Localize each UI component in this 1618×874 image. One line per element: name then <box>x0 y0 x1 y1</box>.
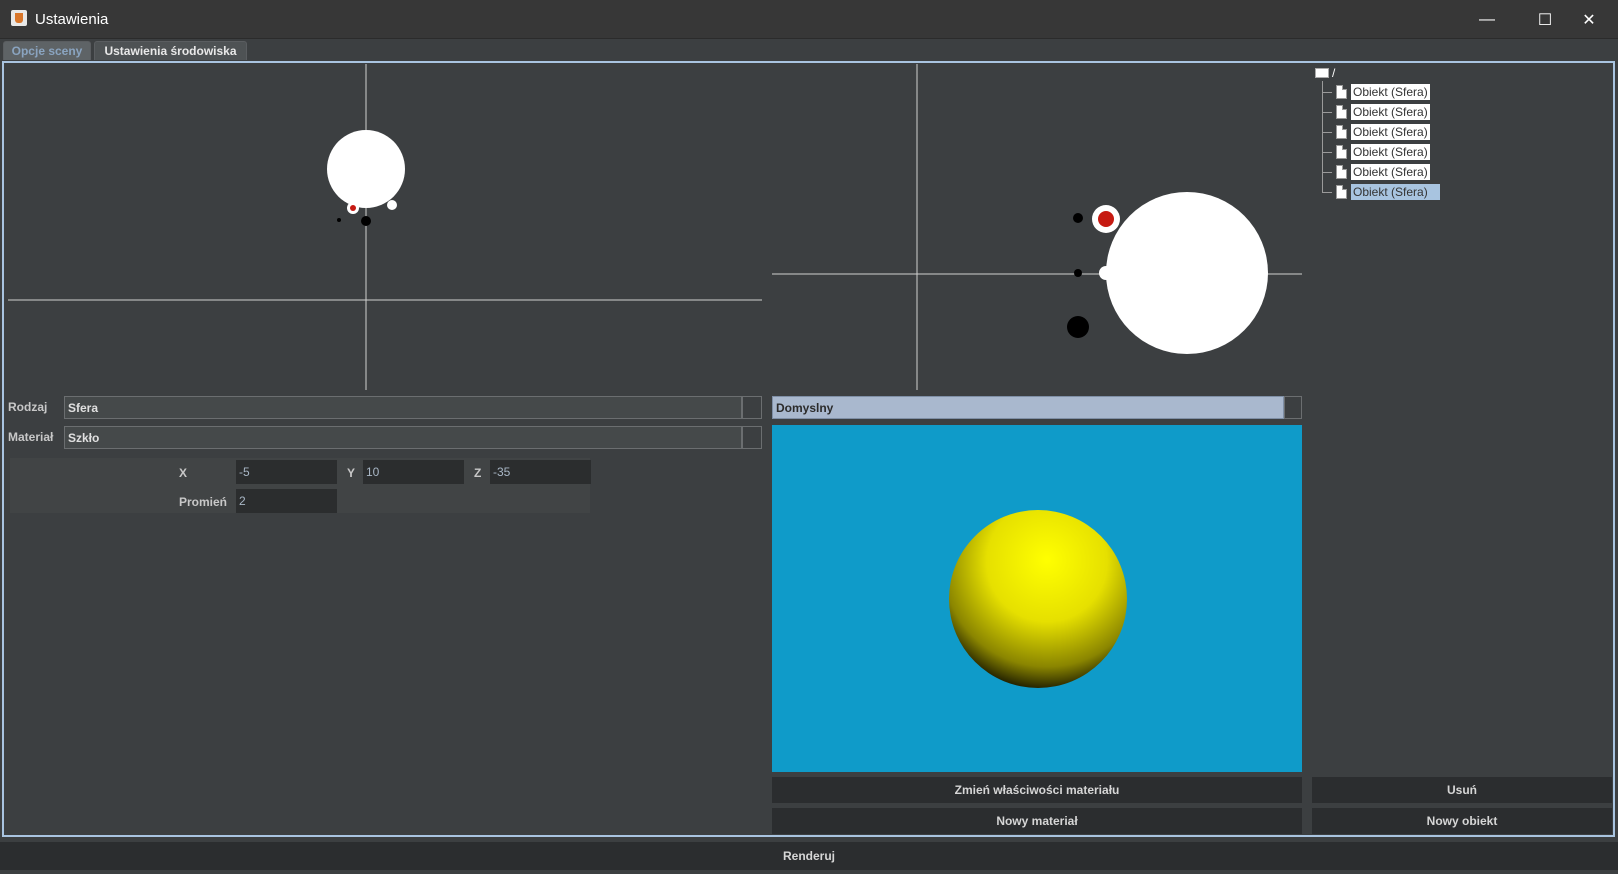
file-icon <box>1336 185 1347 199</box>
z-input[interactable]: -35 <box>490 460 591 484</box>
file-icon <box>1336 105 1347 119</box>
x-label: X <box>179 466 188 480</box>
tree-root-node[interactable]: / <box>1315 66 1435 80</box>
sphere-black-2 <box>1074 269 1082 277</box>
sphere-black-3 <box>1067 316 1089 338</box>
tree-item[interactable]: Obiekt (Sfera) <box>1322 82 1440 102</box>
sphere-black-1 <box>1073 213 1083 223</box>
material-preset-dropdown-arrow[interactable] <box>1284 396 1302 419</box>
tree-item[interactable]: Obiekt (Sfera) <box>1322 142 1440 162</box>
tree-root-label: / <box>1332 66 1336 80</box>
tab-scene-options[interactable]: Opcje sceny <box>3 41 91 60</box>
file-icon <box>1336 125 1347 139</box>
render-button[interactable]: Renderuj <box>0 842 1618 870</box>
tree-item[interactable]: Obiekt (Sfera) <box>1322 162 1440 182</box>
sphere-black-1 <box>361 216 371 226</box>
front-view-canvas <box>8 64 762 390</box>
sphere-small-white <box>1099 266 1113 280</box>
tab-environment-settings[interactable]: Ustawienia środowiska <box>94 41 247 60</box>
material-preset-combobox[interactable]: Domyslny <box>772 396 1284 419</box>
title-bar <box>0 0 1618 39</box>
java-app-icon <box>11 10 27 26</box>
tree-items: Obiekt (Sfera) Obiekt (Sfera) Obiekt (Sf… <box>1322 82 1440 202</box>
material-combobox[interactable]: Szkło <box>64 426 742 449</box>
sphere-small-white <box>387 200 397 210</box>
radius-input[interactable]: 2 <box>236 489 337 513</box>
tree-item[interactable]: Obiekt (Sfera) <box>1322 102 1440 122</box>
file-icon <box>1336 85 1347 99</box>
sphere-black-2 <box>337 218 341 222</box>
sphere-large <box>1106 192 1268 354</box>
delete-object-button[interactable]: Usuń <box>1312 777 1612 803</box>
file-icon <box>1336 165 1347 179</box>
sphere-large <box>327 130 405 208</box>
material-dropdown-arrow[interactable] <box>742 426 762 449</box>
tree-item[interactable]: Obiekt (Sfera) <box>1322 122 1440 142</box>
material-preview-canvas <box>949 510 1127 688</box>
type-dropdown-arrow[interactable] <box>742 396 762 419</box>
folder-icon <box>1315 68 1329 78</box>
top-view-canvas <box>772 64 1302 390</box>
front-view-viewport[interactable] <box>8 64 762 390</box>
new-material-button[interactable]: Nowy materiał <box>772 808 1302 834</box>
change-material-properties-button[interactable]: Zmień właściwości materiału <box>772 777 1302 803</box>
minimize-button[interactable]: — <box>1458 0 1516 39</box>
material-label: Materiał <box>8 430 54 444</box>
y-input[interactable]: 10 <box>363 460 464 484</box>
window-title: Ustawienia <box>35 11 109 28</box>
sphere-selected <box>1098 211 1114 227</box>
y-label: Y <box>347 466 356 480</box>
x-input[interactable]: -5 <box>236 460 337 484</box>
type-combobox[interactable]: Sfera <box>64 396 742 419</box>
type-label: Rodzaj <box>8 400 48 414</box>
z-label: Z <box>474 466 482 480</box>
preview-sphere <box>949 510 1127 688</box>
file-icon <box>1336 145 1347 159</box>
sphere-selected <box>350 205 356 211</box>
close-button[interactable]: ✕ <box>1560 0 1618 39</box>
top-view-viewport[interactable] <box>772 64 1302 390</box>
new-object-button[interactable]: Nowy obiekt <box>1312 808 1612 834</box>
material-preview <box>772 425 1302 772</box>
radius-label: Promień <box>179 495 228 509</box>
tree-item-selected[interactable]: Obiekt (Sfera) <box>1322 182 1440 202</box>
